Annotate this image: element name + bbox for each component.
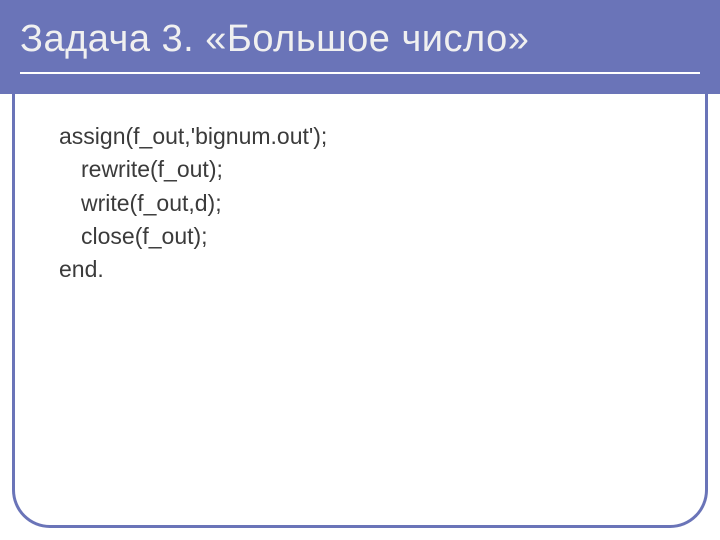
code-line-5: end. (59, 253, 661, 286)
slide-title: Задача 3. «Большое число» (20, 18, 529, 61)
content-frame: assign(f_out,'bignum.out'); rewrite(f_ou… (12, 94, 708, 528)
slide: Задача 3. «Большое число» assign(f_out,'… (0, 0, 720, 540)
slide-header: Задача 3. «Большое число» (0, 0, 720, 94)
code-line-2: rewrite(f_out); (59, 153, 661, 186)
code-line-3: write(f_out,d); (59, 187, 661, 220)
code-block: assign(f_out,'bignum.out'); rewrite(f_ou… (59, 120, 661, 287)
code-line-1: assign(f_out,'bignum.out'); (59, 120, 661, 153)
code-line-4: close(f_out); (59, 220, 661, 253)
title-underline (20, 72, 700, 74)
